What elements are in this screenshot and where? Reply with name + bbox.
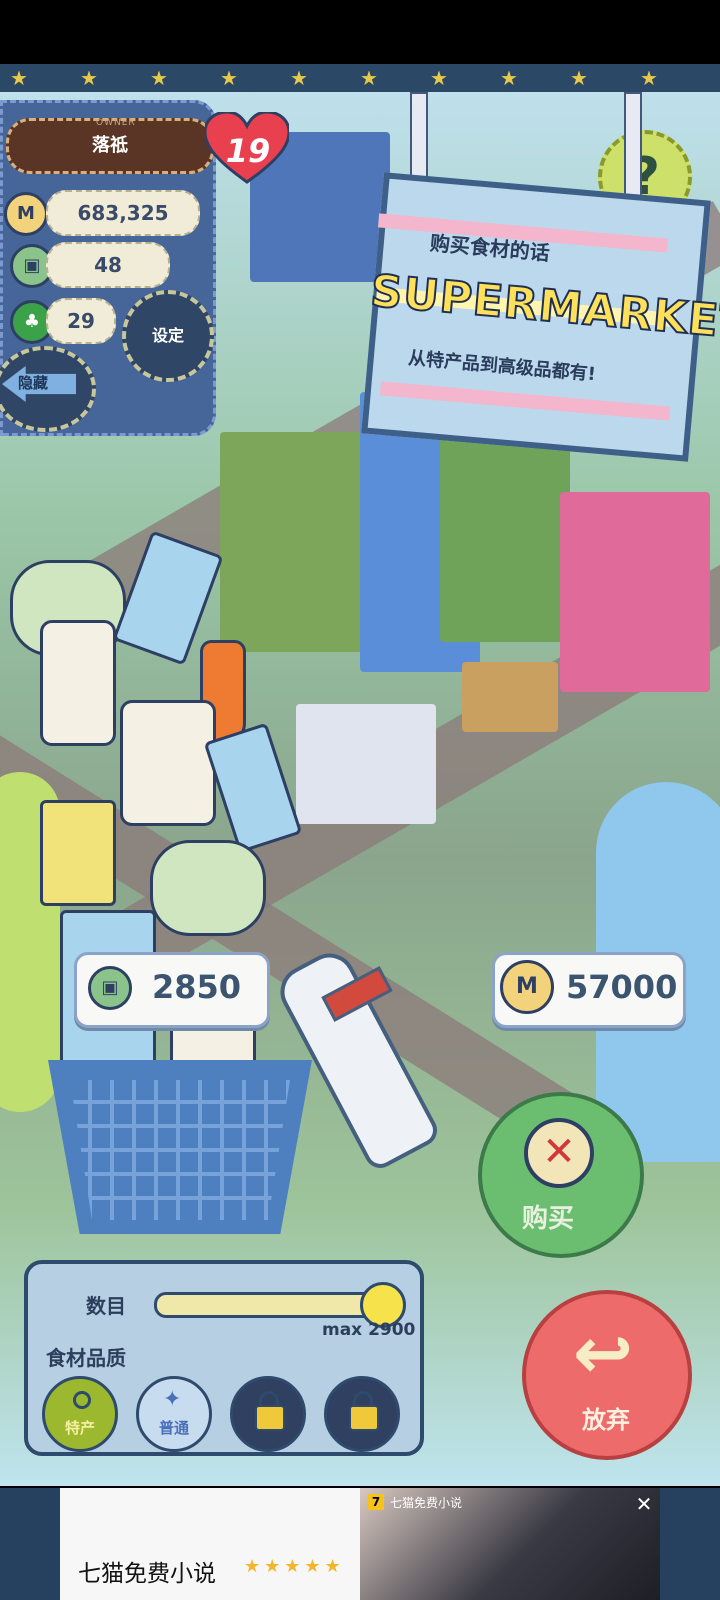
basket-icon-small: ▣ — [88, 966, 132, 1010]
green-building — [220, 432, 380, 652]
ad-logo-icon: 7 — [368, 1494, 384, 1510]
lock-icon — [255, 1405, 285, 1431]
ingredient-price: 2850 — [152, 968, 242, 1006]
quality-label: 食材品质 — [46, 1346, 126, 1370]
owner-level: 19 — [225, 132, 271, 170]
hide-label: 隐藏 — [18, 374, 49, 392]
cabbage-2 — [150, 840, 266, 936]
quality-option-label: 特产 — [64, 1419, 95, 1437]
ingredients-value: 48 — [46, 242, 170, 288]
coin-price: 57000 — [566, 968, 678, 1006]
quality-option-label: 普通 — [158, 1419, 189, 1437]
quality-option-specialty[interactable]: 特产 — [42, 1376, 118, 1452]
quality-option-locked-2[interactable] — [324, 1376, 400, 1452]
coin-icon: M — [4, 192, 48, 236]
cardboard-box — [462, 662, 558, 732]
quit-label: 放弃 — [582, 1406, 630, 1434]
quality-option-locked[interactable] — [230, 1376, 306, 1452]
ad-title: 七猫免费小说 — [78, 1561, 216, 1587]
quantity-max: max 2900 — [322, 1320, 416, 1340]
dot-icon — [73, 1391, 91, 1409]
bottom-border-right — [660, 1488, 720, 1600]
settings-label: 设定 — [151, 326, 184, 345]
milk-bottle — [40, 620, 116, 746]
clover-value: 29 — [46, 298, 116, 344]
coins-value: 683,325 — [46, 190, 200, 236]
ad-stars: ★★★★★ — [244, 1556, 345, 1577]
green-building-2 — [440, 422, 570, 642]
buy-label: 购买 — [522, 1204, 575, 1234]
supermarket-building — [296, 704, 436, 824]
quality-option-normal[interactable]: ✦ 普通 — [136, 1376, 212, 1452]
sparkle-icon: ✦ — [163, 1387, 182, 1412]
yellow-carton — [40, 800, 116, 906]
return-arrow-icon: ↩ — [572, 1311, 634, 1395]
lock-icon — [349, 1405, 379, 1431]
milk-bottle-2 — [120, 700, 216, 826]
owner-name: 落祗 — [92, 135, 128, 156]
owner-tag: OWNER — [96, 118, 136, 128]
close-icon: ✕ — [524, 1118, 594, 1188]
coin-icon-large: M — [500, 960, 554, 1014]
bottom-border-left — [0, 1488, 60, 1600]
ad-close-button[interactable]: ✕ — [632, 1492, 656, 1516]
basket-mesh — [70, 1080, 290, 1220]
quantity-label: 数目 — [86, 1294, 126, 1318]
settings-button[interactable]: 设定 — [122, 290, 214, 382]
pink-building — [560, 492, 710, 692]
ad-brand: 七猫免费小说 — [390, 1496, 463, 1510]
top-status-bar — [0, 0, 720, 64]
